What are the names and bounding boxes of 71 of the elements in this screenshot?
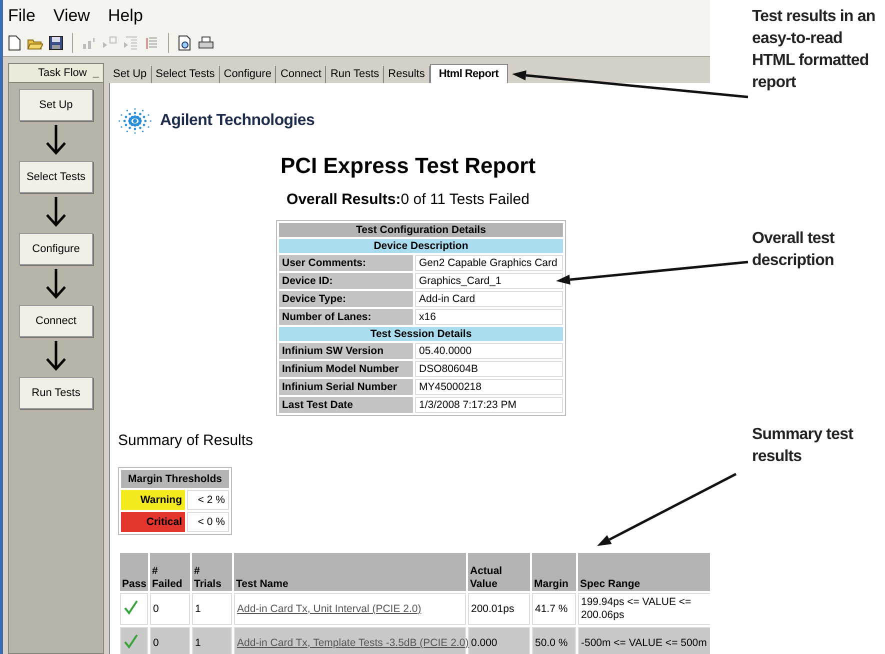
callout-text: Test results in an easy-to-read HTML formatted report xyxy=(752,7,876,93)
down-arrow-icon xyxy=(45,125,67,155)
down-arrow-icon xyxy=(45,269,67,299)
field-label: User Comments: xyxy=(279,255,413,271)
column-header: Pass xyxy=(120,553,148,591)
checkbox-arrow-icon[interactable] xyxy=(102,35,118,51)
tab[interactable]: Select Tests xyxy=(152,66,220,83)
field-label: Last Test Date xyxy=(279,397,413,413)
section-heading: Device Description xyxy=(279,239,563,253)
report-title: PCI Express Test Report xyxy=(279,153,537,179)
table-cell: -500m <= VALUE <= 500m xyxy=(578,627,710,654)
field-value: 05.40.0000 xyxy=(415,343,563,359)
menu-item[interactable]: Help xyxy=(108,6,143,30)
table-cell: 1 xyxy=(192,627,232,654)
table-cell: 200.01ps xyxy=(468,593,530,625)
panel-title: Task Flow xyxy=(38,67,87,79)
threshold-value: < 2 % xyxy=(187,490,229,510)
table-cell: 0.000 xyxy=(468,627,530,654)
column-header: Spec Range xyxy=(578,553,710,591)
down-arrow-icon xyxy=(45,341,67,371)
tab[interactable]: Html Report xyxy=(430,64,508,83)
down-arrow-icon xyxy=(45,197,67,227)
menu-item[interactable]: View xyxy=(53,6,90,30)
field-value: Graphics_Card_1 xyxy=(415,273,563,289)
field-value: Gen2 Capable Graphics Card xyxy=(415,255,563,271)
column-header: Margin xyxy=(532,553,576,591)
section-heading: Test Session Details xyxy=(279,327,563,341)
list-icon[interactable] xyxy=(144,35,160,51)
step-button[interactable]: Configure xyxy=(19,233,93,265)
column-header: Test Name xyxy=(234,553,466,591)
field-label: Infinium Model Number xyxy=(279,361,413,377)
starburst-logo-icon xyxy=(118,107,152,135)
threshold-label: Critical xyxy=(121,512,185,532)
step-button[interactable]: Select Tests xyxy=(19,161,93,193)
threshold-label: Warning xyxy=(121,490,185,510)
table-cell: 41.7 % xyxy=(532,593,576,625)
overall-results: Overall Results:0 of 11 Tests Failed xyxy=(286,191,530,208)
field-value: 1/3/2008 7:17:23 PM xyxy=(415,397,563,413)
field-label: Number of Lanes: xyxy=(279,309,413,325)
table-cell: 0 xyxy=(150,593,190,625)
minimize-button[interactable]: _ xyxy=(92,67,99,79)
print-preview-icon[interactable] xyxy=(177,35,193,51)
new-page-icon[interactable] xyxy=(6,35,22,51)
brand-name: Agilent Technologies xyxy=(160,112,315,130)
printer-icon[interactable] xyxy=(198,35,214,51)
test-name-link[interactable]: Add-in Card Tx, Template Tests -3.5dB (PCIE 2.0) xyxy=(237,636,469,648)
field-label: Infinium SW Version xyxy=(279,343,413,359)
table-cell: 199.94ps <= VALUE <= 200.06ps xyxy=(578,593,710,625)
column-header: # Failed xyxy=(150,553,190,591)
callout-text: Overall test description xyxy=(752,229,836,271)
field-label: Device ID: xyxy=(279,273,413,289)
table-cell: 0 xyxy=(150,627,190,654)
menu-item[interactable]: File xyxy=(8,6,36,30)
field-value: DSO80604B xyxy=(415,361,563,377)
field-label: Infinium Serial Number xyxy=(279,379,413,395)
step-button[interactable]: Run Tests xyxy=(19,377,93,409)
column-header: # Trials xyxy=(192,553,232,591)
table-cell: 1 xyxy=(192,593,232,625)
table-title: Margin Thresholds xyxy=(121,470,229,488)
callout-text: Summary test results xyxy=(752,425,854,467)
step-button[interactable]: Set Up xyxy=(19,89,93,121)
threshold-value: < 0 % xyxy=(187,512,229,532)
field-value: MY45000218 xyxy=(415,379,563,395)
field-value: x16 xyxy=(415,309,563,325)
section-title: Summary of Results xyxy=(118,432,254,449)
table-cell: 50.0 % xyxy=(532,627,576,654)
step-button[interactable]: Connect xyxy=(19,305,93,337)
column-header: Actual Value xyxy=(468,553,530,591)
table-title: Test Configuration Details xyxy=(279,223,563,237)
field-label: Device Type: xyxy=(279,291,413,307)
field-value: Add-in Card xyxy=(415,291,563,307)
